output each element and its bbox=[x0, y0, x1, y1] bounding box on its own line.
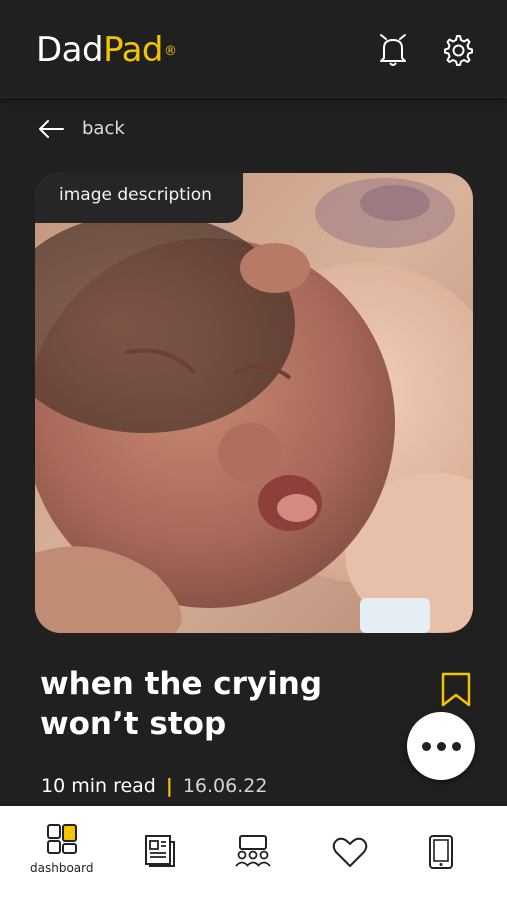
logo-text-dad: Dad bbox=[36, 30, 104, 70]
back-button[interactable]: back bbox=[38, 118, 125, 139]
meta-separator: | bbox=[165, 775, 173, 797]
tab-favourites[interactable] bbox=[332, 836, 368, 868]
tablet-icon bbox=[429, 835, 453, 869]
bottom-tab-bar: dashboard bbox=[0, 806, 507, 900]
heart-icon bbox=[332, 837, 368, 867]
logo-text-pad: Pad bbox=[103, 30, 164, 70]
read-time: 10 min read bbox=[41, 775, 156, 797]
tab-dashboard[interactable]: dashboard bbox=[30, 822, 93, 875]
dadpad-logo[interactable]: DadPad® bbox=[36, 30, 177, 70]
article-meta: 10 min read | 16.06.22 bbox=[41, 775, 267, 797]
more-dot-icon bbox=[421, 741, 431, 751]
article-title-line-1: when the crying bbox=[40, 666, 323, 702]
tab-device[interactable] bbox=[428, 834, 454, 870]
app-header: DadPad® bbox=[0, 0, 507, 98]
article-title: when the crying won’t stop bbox=[40, 664, 400, 744]
logo-registered-mark: ® bbox=[164, 44, 177, 59]
article-title-line-2: won’t stop bbox=[40, 706, 227, 742]
dashboard-icon bbox=[46, 824, 77, 854]
gear-icon[interactable] bbox=[440, 32, 474, 68]
bookmark-icon[interactable] bbox=[440, 672, 472, 708]
crying-baby-photo bbox=[35, 173, 473, 633]
more-options-button[interactable] bbox=[407, 712, 475, 780]
article-hero-image: image description bbox=[35, 173, 473, 633]
article-date: 16.06.22 bbox=[182, 775, 268, 797]
bell-icon[interactable] bbox=[376, 32, 410, 68]
image-description-button[interactable]: image description bbox=[35, 173, 243, 223]
arrow-left-icon bbox=[39, 119, 64, 138]
tab-community[interactable] bbox=[234, 834, 272, 868]
more-dot-icon bbox=[436, 741, 446, 751]
more-dot-icon bbox=[451, 741, 461, 751]
community-icon bbox=[235, 835, 271, 867]
articles-icon bbox=[145, 835, 175, 867]
tab-dashboard-label: dashboard bbox=[30, 861, 94, 875]
back-label: back bbox=[82, 118, 125, 139]
tab-articles[interactable] bbox=[144, 834, 176, 868]
